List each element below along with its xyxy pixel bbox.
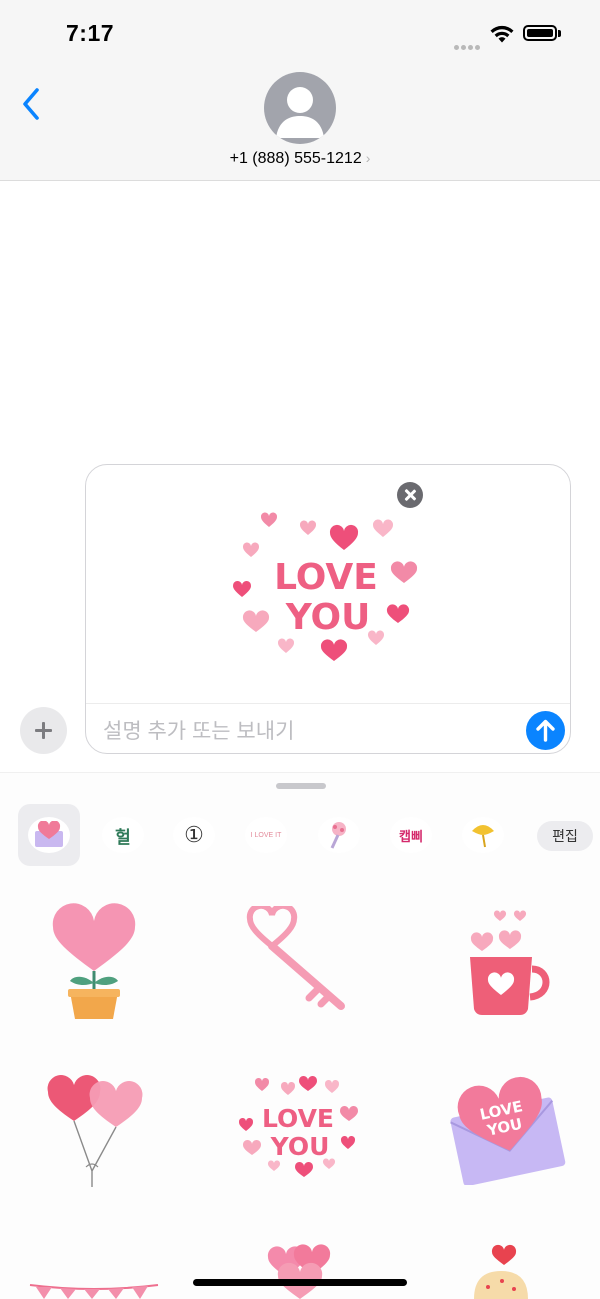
contact-phone-number: +1 (888) 555-1212 <box>229 150 362 167</box>
hearts-bouquet-sticker[interactable] <box>262 1237 340 1299</box>
sticker-text-line1: LOVE <box>262 1104 334 1133</box>
wifi-icon <box>490 25 514 43</box>
sticker-text-line1: LOVE <box>274 557 378 598</box>
sticker-pack-tabs: 헐 ① I LOVE IT 캡삐 편집 <box>18 804 598 866</box>
love-letter-sticker-pack-icon[interactable] <box>18 804 80 866</box>
message-compose-box: LOVE YOU 설명 추가 또는 보내기 <box>85 464 571 754</box>
tab-i-love-it-pack[interactable]: I LOVE IT <box>235 804 297 866</box>
tab-korean-text-pack-2[interactable]: 캡삐 <box>380 804 442 866</box>
heart-mark <box>329 524 359 550</box>
battery-tip <box>558 30 561 37</box>
tab-korean-text-pack[interactable]: 헐 <box>92 804 154 866</box>
bunting-sticker[interactable] <box>28 1281 160 1299</box>
tab-circled-number-pack[interactable]: ① <box>163 804 225 866</box>
heart-balloons-sticker[interactable] <box>46 1071 146 1189</box>
tab-ginkgo-leaf-pack[interactable] <box>452 804 514 866</box>
chevron-right-icon: › <box>365 150 371 166</box>
sticker-drawer: 헐 ① I LOVE IT 캡삐 편집 LOVE YOU LOVE YOU <box>0 772 600 1299</box>
sticker-text-line2: YOU <box>270 1132 330 1161</box>
drawer-grabber[interactable] <box>276 783 326 789</box>
cellular-signal-icon <box>454 37 482 55</box>
person-silhouette-icon <box>276 87 324 138</box>
battery-icon <box>523 25 557 41</box>
home-indicator[interactable] <box>193 1279 407 1286</box>
attached-love-you-sticker: LOVE YOU <box>232 512 418 661</box>
arrow-up-icon <box>536 719 555 742</box>
korean-text-sticker-pack-icon: 헐 <box>102 817 144 853</box>
navigation-header: 7:17 +1 (888) 555-1212 › <box>0 0 600 181</box>
sticker-text-line2: YOU <box>285 597 371 638</box>
add-attachment-button[interactable] <box>20 707 67 754</box>
love-you-envelope-sticker[interactable]: LOVE YOU <box>446 1073 566 1185</box>
back-chevron-icon[interactable] <box>20 86 42 122</box>
heart-cupcake-sticker[interactable] <box>470 1243 532 1299</box>
contact-name-button[interactable]: +1 (888) 555-1212 › <box>0 150 600 168</box>
heart-mug-sticker[interactable] <box>470 957 550 1015</box>
tab-flower-bouquet-pack[interactable] <box>308 804 370 866</box>
message-input-placeholder[interactable]: 설명 추가 또는 보내기 <box>103 715 294 745</box>
i-love-it-sticker-pack-icon: I LOVE IT <box>245 817 287 853</box>
love-you-sticker[interactable]: LOVE YOU <box>234 1073 362 1179</box>
korean-text-sticker-pack-icon: 캡삐 <box>390 817 432 853</box>
contact-avatar[interactable] <box>264 72 336 144</box>
edit-button[interactable]: 편집 <box>537 821 593 851</box>
status-time: 7:17 <box>66 20 115 46</box>
floating-hearts <box>470 910 527 951</box>
send-button[interactable] <box>526 711 565 750</box>
circled-number-pack-icon: ① <box>173 817 215 853</box>
ginkgo-leaf-pack-icon <box>472 825 494 848</box>
flower-bouquet-pack-icon <box>330 822 346 849</box>
compose-divider <box>86 703 570 704</box>
heart-plant-sticker[interactable] <box>44 901 144 1019</box>
heart-key-sticker[interactable] <box>245 906 351 1012</box>
